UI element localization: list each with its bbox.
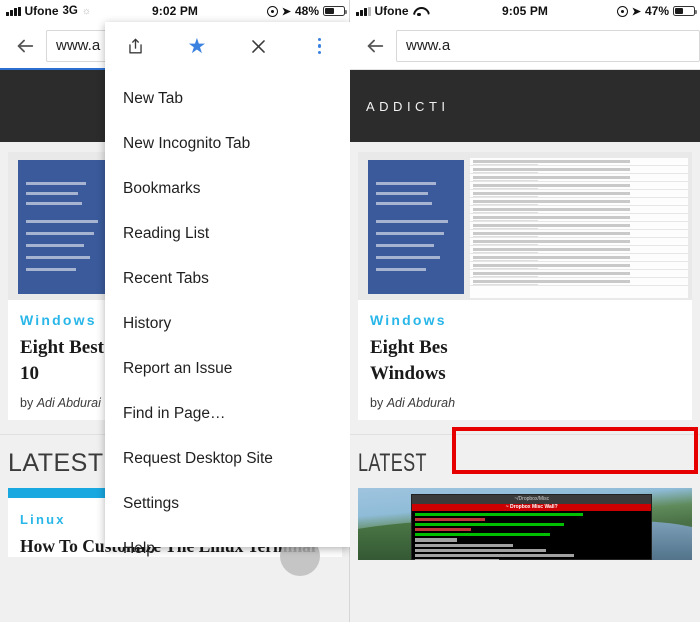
- status-bar: Ufone 3G ☼ 9:02 PM ➤ 48%: [0, 0, 350, 22]
- terminal-window-graphic: ~/Dropbox/Misc ~ Dropbox Misc Wall?: [411, 493, 652, 560]
- menu-item-new-tab[interactable]: New Tab: [105, 76, 350, 121]
- menu-item-settings[interactable]: Settings: [105, 481, 350, 526]
- menu-item-reading-list[interactable]: Reading List: [105, 211, 350, 256]
- byline-author: Adi Abdurah: [386, 395, 456, 410]
- menu-item-request-desktop-site[interactable]: Request Desktop Site: [105, 436, 350, 481]
- article-byline: by Adi Abdurah: [358, 386, 692, 410]
- byline-prefix: by: [20, 395, 37, 410]
- overflow-menu: ★ New Tab New Incognito Tab Bookmarks Re…: [105, 22, 350, 557]
- phone-screenshot-right: Ufone 9:05 PM ➤ 47% www.a ADDICTI Window…: [350, 0, 700, 622]
- terminal-body: [412, 511, 650, 560]
- article-thumbnail: [358, 152, 692, 300]
- byline-prefix: by: [370, 395, 387, 410]
- status-bar: Ufone 9:05 PM ➤ 47%: [350, 0, 700, 22]
- thumbnail-list-pane: [470, 158, 688, 298]
- battery-icon: [673, 5, 698, 17]
- terminal-alert-bar: ~ Dropbox Misc Wall?: [412, 503, 651, 511]
- clock-label: 9:02 PM: [151, 4, 199, 18]
- back-button[interactable]: [8, 29, 42, 63]
- alarm-icon: [616, 5, 628, 17]
- clock-label: 9:05 PM: [501, 4, 549, 18]
- menu-item-new-incognito-tab[interactable]: New Incognito Tab: [105, 121, 350, 166]
- site-logo: ADDICTI: [366, 98, 450, 114]
- byline-author: Adi Abdurai: [36, 395, 101, 410]
- share-icon[interactable]: [105, 22, 166, 70]
- article-card[interactable]: Windows Eight Bes Windows by Adi Abdurah: [358, 152, 692, 420]
- close-icon[interactable]: [228, 22, 289, 70]
- battery-icon: [323, 5, 348, 17]
- menu-item-recent-tabs[interactable]: Recent Tabs: [105, 256, 350, 301]
- url-text: www.a: [406, 37, 451, 54]
- menu-item-bookmarks[interactable]: Bookmarks: [105, 166, 350, 211]
- thumbnail-blue-pane: [368, 160, 464, 294]
- menu-item-history[interactable]: History: [105, 301, 350, 346]
- terminal-title-bar: ~/Dropbox/Misc: [412, 494, 651, 504]
- kebab-menu-icon[interactable]: [289, 22, 350, 70]
- thumbnail-blue-pane: [18, 160, 114, 294]
- article-headline-line1[interactable]: Eight Bes: [358, 328, 692, 360]
- url-bar[interactable]: www.a: [396, 29, 700, 62]
- phone-screenshot-left: Ufone 3G ☼ 9:02 PM ➤ 48% www.a Windows E…: [0, 0, 350, 622]
- menu-item-find-in-page[interactable]: Find in Page…: [105, 391, 350, 436]
- menu-item-list: New Tab New Incognito Tab Bookmarks Read…: [105, 70, 350, 571]
- url-text: www.a: [56, 37, 101, 54]
- site-header-band: ADDICTI: [350, 70, 700, 142]
- web-page-content: ADDICTI Windows Eight Bes Windows by Adi…: [350, 70, 700, 622]
- menu-item-report-an-issue[interactable]: Report an Issue: [105, 346, 350, 391]
- latest-heading: LATEST: [358, 448, 427, 477]
- latest-article-thumbnail[interactable]: ~/Dropbox/Misc ~ Dropbox Misc Wall?: [358, 487, 692, 560]
- menu-action-row: ★: [105, 22, 350, 70]
- article-headline-line2[interactable]: Windows: [358, 360, 692, 386]
- latest-section: LATEST: [350, 433, 700, 478]
- menu-item-help[interactable]: Help: [105, 526, 350, 571]
- alarm-icon: [266, 5, 278, 17]
- back-button[interactable]: [358, 29, 392, 63]
- browser-toolbar: www.a: [350, 22, 700, 70]
- article-category[interactable]: Windows: [358, 300, 692, 328]
- screenshot-stage: Ufone 3G ☼ 9:02 PM ➤ 48% www.a Windows E…: [0, 0, 700, 622]
- bookmark-star-icon[interactable]: ★: [166, 22, 227, 70]
